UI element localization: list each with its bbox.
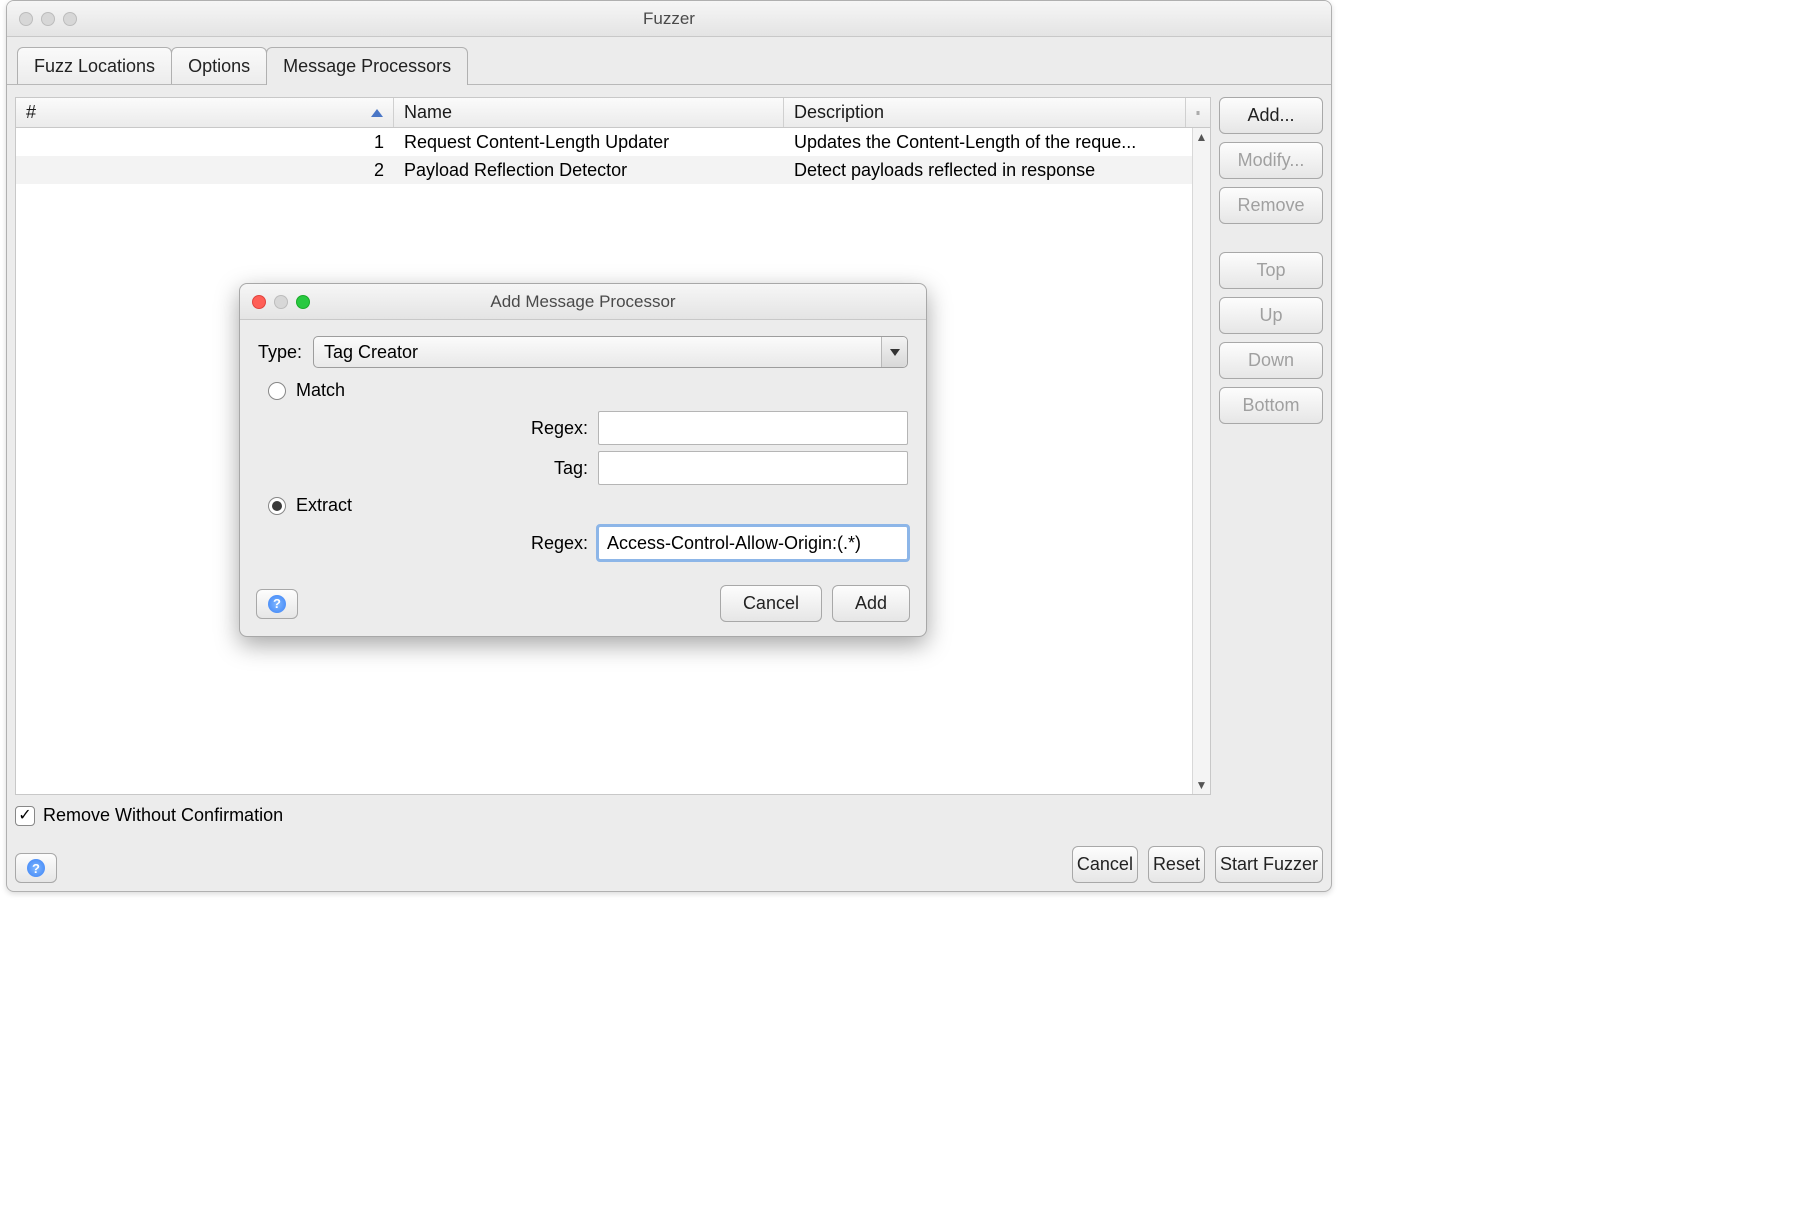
match-tag-input[interactable] (598, 451, 908, 485)
sort-ascending-icon (371, 109, 383, 117)
window-title: Fuzzer (7, 9, 1331, 29)
table-header-row: # Name Description (16, 98, 1210, 128)
col-header-name[interactable]: Name (394, 98, 784, 127)
extract-radio[interactable] (268, 497, 286, 515)
type-value: Tag Creator (324, 342, 418, 363)
bottom-button[interactable]: Bottom (1219, 387, 1323, 424)
modal-cancel-button[interactable]: Cancel (720, 585, 822, 622)
chevron-down-icon (881, 337, 907, 367)
extract-label: Extract (296, 495, 352, 516)
bottom-buttons: Cancel Reset Start Fuzzer (1072, 846, 1323, 883)
radio-selected-icon (272, 501, 282, 511)
col-header-desc[interactable]: Description (784, 98, 1186, 127)
tab-options[interactable]: Options (171, 47, 267, 84)
bottom-bar: ✓ Remove Without Confirmation ? Cancel R… (15, 799, 1323, 891)
top-button[interactable]: Top (1219, 252, 1323, 289)
type-label: Type: (258, 342, 313, 363)
match-regex-label: Regex: (258, 418, 598, 439)
modal-bottom-bar: ? Cancel Add (256, 585, 910, 622)
modal-body: Type: Tag Creator Match Regex: Tag: (240, 320, 926, 636)
match-radio-row: Match (268, 380, 908, 401)
help-icon: ? (268, 595, 286, 613)
help-button-area: ? (15, 853, 57, 883)
remove-without-confirmation-checkbox[interactable]: ✓ (15, 806, 35, 826)
extract-regex-row: Regex: (258, 526, 908, 560)
match-label: Match (296, 380, 345, 401)
match-tag-label: Tag: (258, 458, 598, 479)
match-regex-input[interactable] (598, 411, 908, 445)
remove-without-confirmation-label: Remove Without Confirmation (43, 805, 283, 826)
cell-desc: Detect payloads reflected in response (784, 160, 1210, 181)
help-button[interactable]: ? (15, 853, 57, 883)
cell-name: Payload Reflection Detector (394, 160, 784, 181)
type-select[interactable]: Tag Creator (313, 336, 908, 368)
tab-message-processors[interactable]: Message Processors (266, 47, 468, 85)
cell-number: 2 (16, 160, 394, 181)
match-tag-row: Tag: (258, 451, 908, 485)
extract-regex-input[interactable] (598, 526, 908, 560)
help-icon: ? (27, 859, 45, 877)
modal-buttons: Cancel Add (720, 585, 910, 622)
cell-number: 1 (16, 132, 394, 153)
cancel-button[interactable]: Cancel (1072, 846, 1138, 883)
cell-desc: Updates the Content-Length of the reque.… (784, 132, 1210, 153)
modal-add-button[interactable]: Add (832, 585, 910, 622)
table-row[interactable]: 2 Payload Reflection Detector Detect pay… (16, 156, 1210, 184)
scroll-down-icon[interactable]: ▼ (1193, 776, 1210, 794)
modal-titlebar: Add Message Processor (240, 284, 926, 320)
tabs-row: Fuzz Locations Options Message Processor… (7, 37, 1331, 85)
side-buttons: Add... Modify... Remove Top Up Down Bott… (1219, 97, 1323, 795)
extract-regex-label: Regex: (258, 533, 598, 554)
col-header-number-label: # (26, 102, 36, 123)
remove-without-confirmation-row: ✓ Remove Without Confirmation (15, 805, 1323, 826)
cell-name: Request Content-Length Updater (394, 132, 784, 153)
vertical-scrollbar[interactable]: ▲ ▼ (1192, 128, 1210, 794)
extract-radio-row: Extract (268, 495, 908, 516)
match-radio[interactable] (268, 382, 286, 400)
up-button[interactable]: Up (1219, 297, 1323, 334)
start-fuzzer-button[interactable]: Start Fuzzer (1215, 846, 1323, 883)
col-header-number[interactable]: # (16, 98, 394, 127)
add-button[interactable]: Add... (1219, 97, 1323, 134)
table-row[interactable]: 1 Request Content-Length Updater Updates… (16, 128, 1210, 156)
match-regex-row: Regex: (258, 411, 908, 445)
modal-help-button[interactable]: ? (256, 589, 298, 619)
reset-button[interactable]: Reset (1148, 846, 1205, 883)
fuzzer-window: Fuzzer Fuzz Locations Options Message Pr… (6, 0, 1332, 892)
remove-button[interactable]: Remove (1219, 187, 1323, 224)
down-button[interactable]: Down (1219, 342, 1323, 379)
col-settings-icon[interactable] (1186, 98, 1210, 127)
titlebar: Fuzzer (7, 1, 1331, 37)
modal-title: Add Message Processor (240, 292, 926, 312)
scroll-up-icon[interactable]: ▲ (1193, 128, 1210, 146)
type-row: Type: Tag Creator (258, 336, 908, 368)
modify-button[interactable]: Modify... (1219, 142, 1323, 179)
add-message-processor-dialog: Add Message Processor Type: Tag Creator … (239, 283, 927, 637)
tab-fuzz-locations[interactable]: Fuzz Locations (17, 47, 172, 84)
